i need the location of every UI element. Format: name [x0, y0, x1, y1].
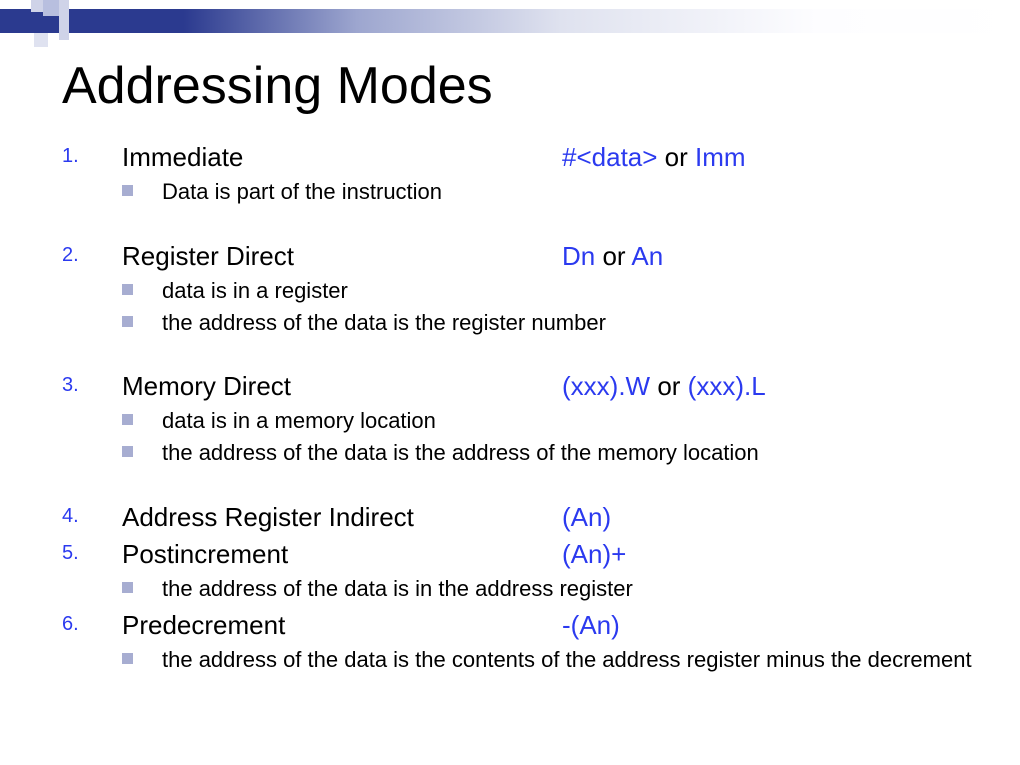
spacer	[62, 341, 972, 369]
sub-point: data is in a register	[122, 276, 972, 306]
mode-name: Memory Direct	[122, 369, 562, 404]
header-decoration	[0, 0, 90, 50]
list-item: 5.Postincrement(An)+the address of the d…	[62, 537, 972, 606]
sub-point: the address of the data is the contents …	[122, 645, 972, 675]
square-bullet-icon	[122, 574, 162, 593]
mode-syntax: Dn or An	[562, 239, 972, 274]
mode-syntax: (An)	[562, 500, 972, 535]
spacer	[62, 472, 972, 500]
item-number: 6.	[62, 608, 122, 636]
list-item: 4.Address Register Indirect(An)	[62, 500, 972, 535]
mode-syntax: (An)+	[562, 537, 972, 572]
sub-point-text: the address of the data is in the addres…	[162, 574, 972, 604]
item-number: 4.	[62, 500, 122, 528]
list-item: 6.Predecrement-(An)the address of the da…	[62, 608, 972, 677]
sub-point-text: data is in a memory location	[162, 406, 972, 436]
sub-point-text: the address of the data is the address o…	[162, 438, 972, 468]
deco-square-icon	[31, 0, 43, 12]
list-item: 2.Register DirectDn or Andata is in a re…	[62, 239, 972, 339]
sub-point-text: data is in a register	[162, 276, 972, 306]
sub-point: the address of the data is the address o…	[122, 438, 972, 468]
item-number: 2.	[62, 239, 122, 267]
list-item: 3.Memory Direct(xxx).W or (xxx).Ldata is…	[62, 369, 972, 469]
square-bullet-icon	[122, 438, 162, 457]
mode-syntax: #<data> or Imm	[562, 140, 972, 175]
slide-title: Addressing Modes	[62, 56, 493, 116]
mode-name: Predecrement	[122, 608, 562, 643]
deco-square-icon	[34, 33, 48, 47]
mode-syntax: -(An)	[562, 608, 972, 643]
item-number: 3.	[62, 369, 122, 397]
square-bullet-icon	[122, 645, 162, 664]
sub-point: Data is part of the instruction	[122, 177, 972, 207]
list-item: 1.Immediate#<data> or ImmData is part of…	[62, 140, 972, 209]
sub-point-text: the address of the data is the register …	[162, 308, 972, 338]
item-number: 5.	[62, 537, 122, 565]
sub-point-text: Data is part of the instruction	[162, 177, 972, 207]
deco-square-icon	[59, 0, 69, 40]
sub-point: data is in a memory location	[122, 406, 972, 436]
slide-content: 1.Immediate#<data> or ImmData is part of…	[62, 140, 972, 678]
spacer	[62, 211, 972, 239]
square-bullet-icon	[122, 177, 162, 196]
mode-syntax: (xxx).W or (xxx).L	[562, 369, 972, 404]
square-bullet-icon	[122, 406, 162, 425]
mode-name: Register Direct	[122, 239, 562, 274]
deco-square-icon	[43, 0, 59, 16]
sub-point: the address of the data is the register …	[122, 308, 972, 338]
item-number: 1.	[62, 140, 122, 168]
square-bullet-icon	[122, 276, 162, 295]
header-gradient-bar	[0, 9, 1020, 33]
mode-name: Immediate	[122, 140, 562, 175]
deco-square-icon	[8, 15, 26, 33]
sub-point: the address of the data is in the addres…	[122, 574, 972, 604]
mode-name: Address Register Indirect	[122, 500, 562, 535]
sub-point-text: the address of the data is the contents …	[162, 645, 972, 675]
mode-name: Postincrement	[122, 537, 562, 572]
square-bullet-icon	[122, 308, 162, 327]
